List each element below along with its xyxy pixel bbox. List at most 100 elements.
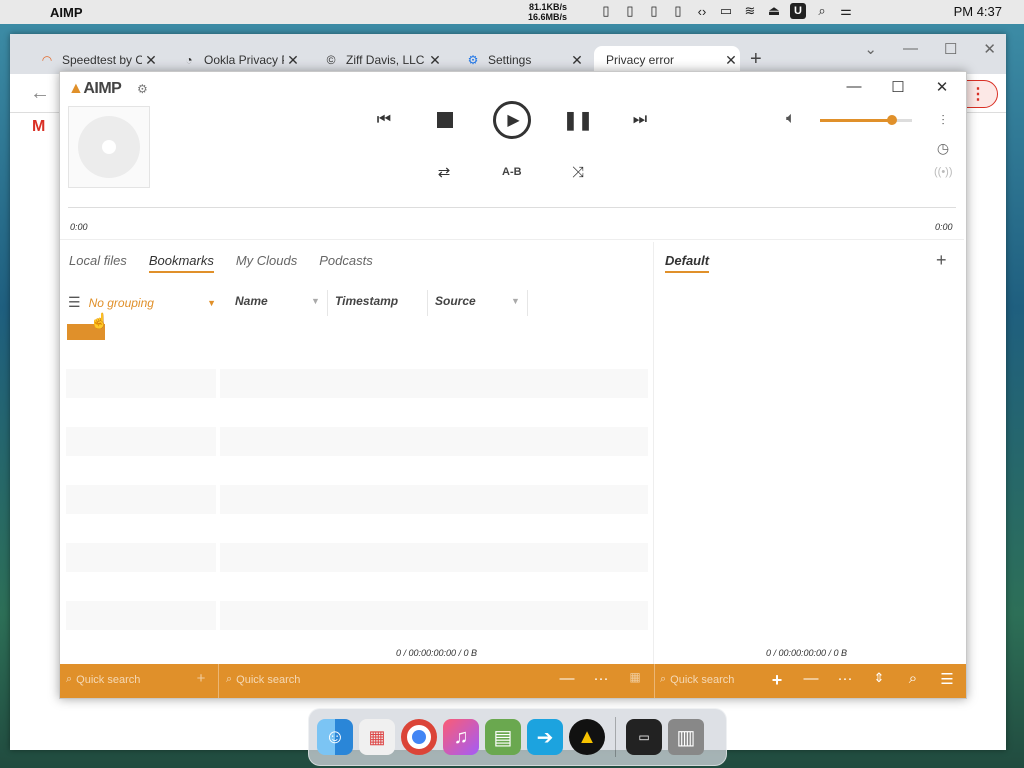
next-track-icon[interactable]: ⏭ [628, 108, 652, 132]
finder-icon[interactable]: ☺ [317, 719, 353, 755]
repeat-icon[interactable]: ⇄ [434, 162, 454, 182]
tab-local-files[interactable]: Local files [69, 253, 127, 273]
close-icon[interactable]: ✕ [722, 52, 740, 69]
ab-repeat-button[interactable]: A-B [502, 166, 522, 178]
u-app-icon[interactable]: U [790, 3, 806, 19]
preview-icon[interactable]: ▤ [485, 719, 521, 755]
quick-search-groups[interactable]: ⌕ Quick search [66, 673, 140, 686]
volume-icon[interactable]: 🔈︎ [786, 110, 796, 128]
search-icon[interactable]: ⌕ [902, 670, 924, 687]
more-icon[interactable]: ··· [834, 670, 856, 687]
close-icon[interactable]: ✕ [568, 52, 586, 69]
search-icon[interactable]: ⌕ [814, 3, 830, 19]
list-item[interactable] [66, 456, 216, 485]
browser-tab[interactable]: ◠ Speedtest by O ✕ [20, 46, 160, 74]
maximize-icon[interactable]: ☐ [886, 78, 910, 96]
minimize-icon[interactable]: — [903, 40, 918, 58]
hamburger-icon[interactable]: ☰ [68, 294, 81, 311]
grid-icon[interactable]: ▦ [624, 670, 646, 684]
seek-bar[interactable] [68, 207, 956, 208]
table-row[interactable] [220, 543, 648, 572]
list-item[interactable] [66, 601, 216, 630]
broadcast-icon[interactable]: ((•)) [934, 166, 953, 178]
table-row[interactable] [220, 369, 648, 398]
shuffle-icon[interactable]: ⤨ [568, 162, 588, 182]
gmail-icon[interactable]: M [32, 118, 45, 136]
browser-tab-active[interactable]: Privacy error ✕ [594, 46, 740, 74]
list-item[interactable] [66, 485, 216, 514]
list-item[interactable] [66, 572, 216, 601]
playlist-tab-default[interactable]: Default [665, 253, 710, 273]
filter-icon[interactable]: ▼ [311, 296, 320, 306]
column-header-source[interactable]: Source ▼ [435, 294, 527, 308]
dropdown-arrow-icon[interactable]: ▼ [207, 298, 216, 308]
display-icon[interactable]: ▭ [718, 3, 734, 19]
remove-icon[interactable]: — [800, 670, 822, 687]
equalizer-icon[interactable]: ⫶ [934, 112, 952, 129]
migration-icon[interactable]: ➔ [527, 719, 563, 755]
phone-icon[interactable]: ▯ [622, 3, 638, 19]
list-item[interactable] [66, 514, 216, 543]
browser-tab[interactable]: ◔ Ookla Privacy P ✕ [162, 46, 302, 74]
table-row[interactable] [220, 601, 648, 630]
close-icon[interactable]: ✕ [142, 52, 160, 69]
phone-icon[interactable]: ▯ [670, 3, 686, 19]
menu-app-name[interactable]: AIMP [50, 5, 83, 20]
chrome-icon[interactable] [401, 719, 437, 755]
column-separator[interactable] [427, 290, 428, 316]
clock-icon[interactable]: ◷ [934, 140, 952, 157]
list-item[interactable] [66, 427, 216, 456]
more-icon[interactable]: ··· [590, 670, 612, 687]
control-center-icon[interactable]: ⚌ [838, 3, 854, 19]
minimize-icon[interactable]: — [842, 78, 866, 95]
bookmark-list[interactable] [220, 340, 648, 630]
launchpad-icon[interactable]: ▦ [359, 719, 395, 755]
terminal-icon[interactable]: ▭ [626, 719, 662, 755]
browser-tab[interactable]: ⚙ Settings ✕ [446, 46, 586, 74]
table-row[interactable] [220, 398, 648, 427]
menu-icon[interactable]: ☰ [936, 670, 958, 688]
column-header-timestamp[interactable]: Timestamp [335, 294, 425, 308]
list-item[interactable] [66, 369, 216, 398]
table-row[interactable] [220, 427, 648, 456]
album-cover[interactable] [68, 106, 150, 188]
close-icon[interactable]: ✕ [983, 40, 996, 58]
filter-icon[interactable]: ▼ [511, 296, 520, 306]
maximize-icon[interactable]: ☐ [944, 40, 957, 58]
remove-icon[interactable]: — [556, 670, 578, 687]
wifi-off-icon[interactable]: ≋ [742, 3, 758, 19]
tab-bookmarks[interactable]: Bookmarks [148, 253, 214, 273]
sort-icon[interactable]: ⇕ [868, 670, 890, 686]
aimp-dock-icon[interactable]: ▲ [569, 719, 605, 755]
list-item[interactable] [66, 543, 216, 572]
quick-search-playlist[interactable]: ⌕ Quick search [660, 673, 734, 686]
browser-tab[interactable]: © Ziff Davis, LLC ✕ [304, 46, 444, 74]
close-icon[interactable]: ✕ [284, 52, 302, 69]
volume-knob[interactable] [886, 115, 897, 125]
table-row[interactable] [220, 572, 648, 601]
code-icon[interactable]: ‹› [694, 3, 710, 19]
phone-icon[interactable]: ▯ [598, 3, 614, 19]
tab-podcasts[interactable]: Podcasts [319, 253, 372, 273]
close-icon[interactable]: ✕ [426, 52, 444, 69]
column-separator[interactable] [527, 290, 528, 316]
new-tab-icon[interactable]: + [750, 48, 762, 71]
clock[interactable]: PM 4:37 [954, 4, 1002, 19]
table-row[interactable] [220, 456, 648, 485]
phone-icon[interactable]: ▯ [646, 3, 662, 19]
back-arrow-icon[interactable]: ← [30, 82, 50, 105]
settings-gear-icon[interactable]: ⚙ [137, 82, 148, 96]
quick-search-bookmarks[interactable]: ⌕ Quick search [226, 673, 300, 686]
eject-icon[interactable]: ⏏ [766, 3, 782, 19]
list-item[interactable] [66, 398, 216, 427]
column-separator[interactable] [327, 290, 328, 316]
kebab-menu-icon[interactable]: ⋮ [970, 84, 986, 104]
stop-icon[interactable] [437, 112, 453, 128]
add-icon[interactable]: + [766, 670, 788, 691]
tab-my-clouds[interactable]: My Clouds [236, 253, 297, 273]
tab-search-icon[interactable]: ⌄ [864, 40, 877, 58]
group-list[interactable] [66, 340, 216, 630]
column-header-name[interactable]: Name ▼ [235, 294, 325, 308]
table-row[interactable] [220, 514, 648, 543]
grouping-selector[interactable]: ☰ No grouping ▼ [68, 294, 216, 311]
